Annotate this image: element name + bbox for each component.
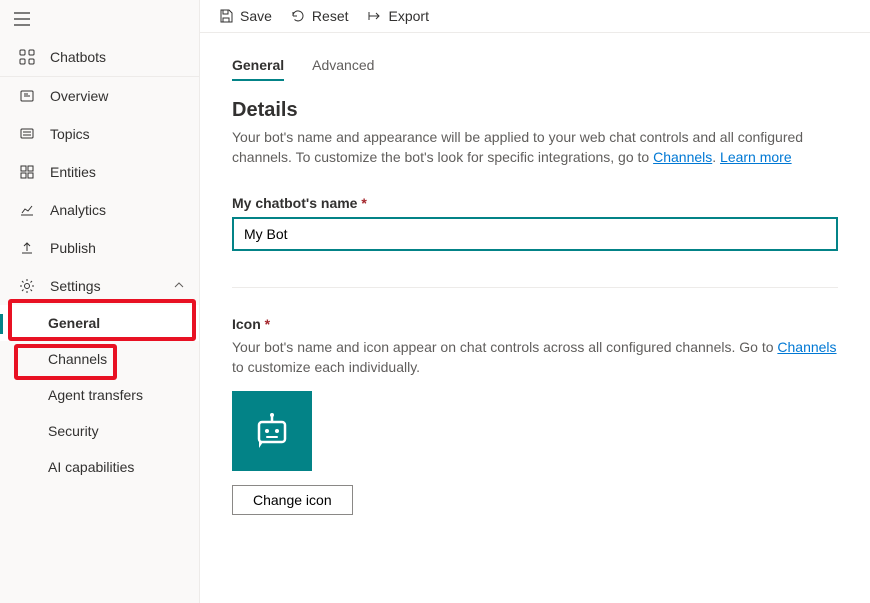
icon-field-label-text: Icon	[232, 316, 261, 332]
icon-desc-suffix: to customize each individually.	[232, 359, 420, 375]
sidebar-label-topics: Topics	[50, 126, 90, 142]
sidebar-item-chatbots[interactable]: Chatbots	[0, 38, 199, 76]
export-icon	[367, 8, 383, 24]
toolbar: Save Reset Export	[200, 0, 870, 33]
reset-label: Reset	[312, 8, 349, 24]
required-asterisk: *	[265, 316, 270, 332]
sidebar-label-chatbots: Chatbots	[50, 49, 106, 65]
sidebar-sublabel-agent-transfers: Agent transfers	[48, 387, 143, 403]
gear-icon	[18, 277, 36, 295]
main-area: Save Reset Export General Advanced Detai…	[200, 0, 870, 603]
sidebar-label-entities: Entities	[50, 164, 96, 180]
sidebar-item-publish[interactable]: Publish	[0, 229, 199, 267]
sidebar-sublabel-channels: Channels	[48, 351, 107, 367]
export-label: Export	[389, 8, 429, 24]
sidebar-label-overview: Overview	[50, 88, 108, 104]
tab-general-label: General	[232, 57, 284, 73]
icon-desc-prefix: Your bot's name and icon appear on chat …	[232, 339, 777, 355]
sidebar: Chatbots Overview Topics Entities Analyt…	[0, 0, 200, 603]
name-field-label: My chatbot's name *	[232, 195, 838, 211]
export-button[interactable]: Export	[367, 8, 429, 24]
save-icon	[218, 8, 234, 24]
icon-field-label: Icon *	[232, 316, 838, 332]
tab-advanced[interactable]: Advanced	[312, 57, 374, 81]
sidebar-sublabel-ai-capabilities: AI capabilities	[48, 459, 134, 475]
hamburger-menu[interactable]	[0, 0, 199, 38]
details-sep: .	[712, 149, 720, 165]
grid-icon	[18, 48, 36, 66]
sidebar-subitem-channels[interactable]: Channels	[0, 341, 199, 377]
reset-icon	[290, 8, 306, 24]
content: General Advanced Details Your bot's name…	[200, 33, 870, 539]
sidebar-label-publish: Publish	[50, 240, 96, 256]
icon-description: Your bot's name and icon appear on chat …	[232, 338, 838, 377]
details-description: Your bot's name and appearance will be a…	[232, 128, 838, 167]
change-icon-button[interactable]: Change icon	[232, 485, 353, 515]
save-button[interactable]: Save	[218, 8, 272, 24]
tabs: General Advanced	[232, 57, 838, 81]
sidebar-subitem-ai-capabilities[interactable]: AI capabilities	[0, 449, 199, 485]
overview-icon	[18, 87, 36, 105]
sidebar-subitem-agent-transfers[interactable]: Agent transfers	[0, 377, 199, 413]
chevron-up-icon	[173, 278, 185, 294]
name-field-label-text: My chatbot's name	[232, 195, 357, 211]
entities-icon	[18, 163, 36, 181]
tab-advanced-label: Advanced	[312, 57, 374, 73]
sidebar-item-entities[interactable]: Entities	[0, 153, 199, 191]
sidebar-label-analytics: Analytics	[50, 202, 106, 218]
sidebar-subitem-general[interactable]: General	[0, 305, 199, 341]
save-label: Save	[240, 8, 272, 24]
required-asterisk: *	[361, 195, 366, 211]
sidebar-item-analytics[interactable]: Analytics	[0, 191, 199, 229]
topics-icon	[18, 125, 36, 143]
analytics-icon	[18, 201, 36, 219]
hamburger-icon	[14, 12, 30, 26]
tab-general[interactable]: General	[232, 57, 284, 81]
bot-icon-preview	[232, 391, 312, 471]
sidebar-sublabel-security: Security	[48, 423, 99, 439]
sidebar-item-overview[interactable]: Overview	[0, 77, 199, 115]
publish-icon	[18, 239, 36, 257]
channels-link[interactable]: Channels	[653, 149, 712, 165]
sidebar-sublabel-general: General	[48, 315, 100, 331]
bot-icon	[249, 408, 295, 454]
learn-more-link[interactable]: Learn more	[720, 149, 792, 165]
sidebar-label-settings: Settings	[50, 278, 101, 294]
section-divider	[232, 287, 838, 288]
channels-link-2[interactable]: Channels	[777, 339, 836, 355]
sidebar-item-settings[interactable]: Settings	[0, 267, 199, 305]
change-icon-label: Change icon	[253, 492, 332, 508]
sidebar-item-topics[interactable]: Topics	[0, 115, 199, 153]
chatbot-name-input[interactable]	[232, 217, 838, 251]
sidebar-subitem-security[interactable]: Security	[0, 413, 199, 449]
reset-button[interactable]: Reset	[290, 8, 349, 24]
details-title: Details	[232, 99, 838, 122]
